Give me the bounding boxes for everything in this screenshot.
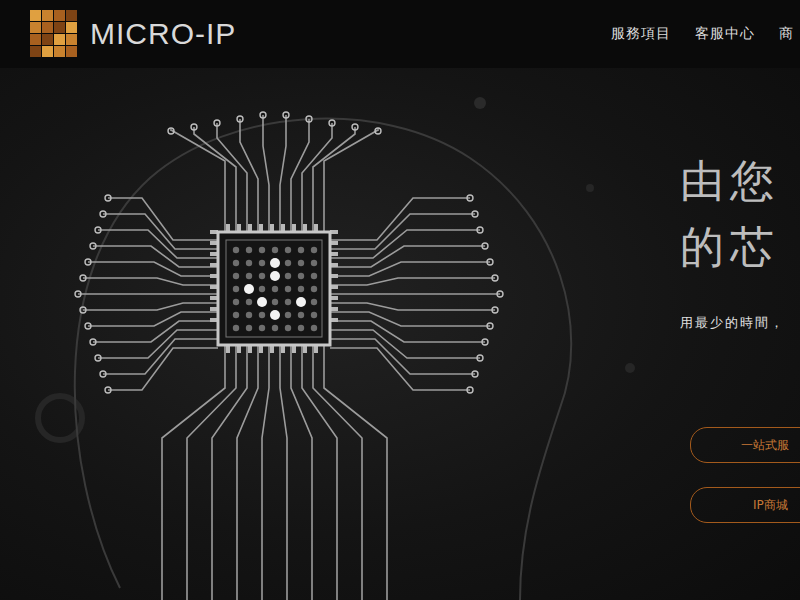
hero-button[interactable]: IP商城 [690,487,800,523]
logo-text: MICRO-IP [90,17,236,51]
nav-item[interactable]: 服務項目 [611,25,671,43]
nav: 服務項目 客服中心 商 [611,25,800,43]
logo[interactable]: MICRO-IP [28,8,236,60]
hero-subtitle: 用最少的時間， [680,314,800,332]
logo-grid-icon [28,8,80,60]
nav-item[interactable]: 商 [779,25,794,43]
hero-copy: 由您的芯用最少的時間， 一站式服 IP商城 [680,68,800,600]
circuit-brain-icon [0,68,680,600]
hero: 由您的芯用最少的時間， 一站式服 IP商城 [0,68,800,600]
nav-item[interactable]: 客服中心 [695,25,755,43]
hero-title-line: 由您 [680,148,800,214]
page: MICRO-IP 服務項目 客服中心 商由您的芯用最少的時間， 一站式服 IP商城 [0,0,800,600]
header: MICRO-IP 服務項目 客服中心 商 [0,0,800,68]
hero-buttons: 一站式服 IP商城 [680,427,800,523]
hero-title-line: 的芯 [680,214,800,280]
hero-button[interactable]: 一站式服 [690,427,800,463]
hero-title: 由您的芯 [680,148,800,280]
